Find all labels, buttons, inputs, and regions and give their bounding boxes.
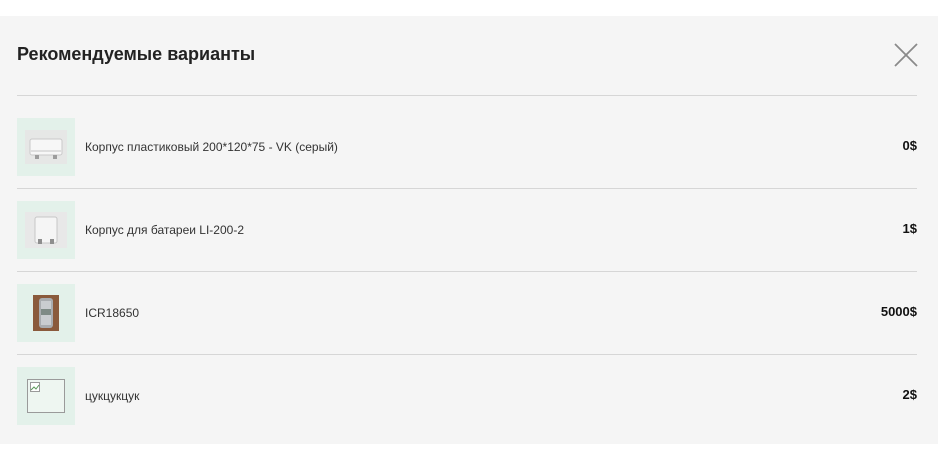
- product-name[interactable]: Корпус пластиковый 200*120*75 - VK (серы…: [85, 140, 338, 154]
- gray-enclosure-photo: [25, 130, 67, 164]
- product-name[interactable]: Корпус для батареи LI-200-2: [85, 223, 244, 237]
- product-thumbnail[interactable]: [17, 284, 75, 342]
- battery-enclosure-photo: [25, 212, 67, 248]
- product-thumbnail[interactable]: [17, 201, 75, 259]
- product-price: 1$: [902, 221, 917, 236]
- product-name[interactable]: ICR18650: [85, 306, 139, 320]
- list-item[interactable]: ICR18650 5000$: [17, 272, 917, 355]
- list-item[interactable]: цукцукцук 2$: [17, 355, 917, 437]
- list-item[interactable]: Корпус для батареи LI-200-2 1$: [17, 189, 917, 272]
- product-thumbnail[interactable]: [17, 118, 75, 176]
- product-price: 2$: [902, 387, 917, 402]
- battery-cell-photo: [33, 295, 59, 331]
- recommended-options-modal: Рекомендуемые варианты Корпус пластиковы…: [0, 16, 938, 444]
- product-thumbnail[interactable]: [17, 367, 75, 425]
- product-price: 5000$: [880, 304, 917, 319]
- close-icon: [894, 43, 918, 67]
- modal-title: Рекомендуемые варианты: [17, 44, 256, 64]
- broken-image-glyph: [30, 382, 40, 392]
- modal-header: Рекомендуемые варианты: [17, 16, 918, 96]
- product-name[interactable]: цукцукцук: [85, 389, 139, 403]
- list-item[interactable]: Корпус пластиковый 200*120*75 - VK (серы…: [17, 106, 917, 189]
- product-price: 0$: [902, 138, 917, 153]
- recommended-list: Корпус пластиковый 200*120*75 - VK (серы…: [17, 106, 917, 437]
- broken-image-icon: [27, 379, 65, 413]
- close-button[interactable]: [894, 43, 918, 67]
